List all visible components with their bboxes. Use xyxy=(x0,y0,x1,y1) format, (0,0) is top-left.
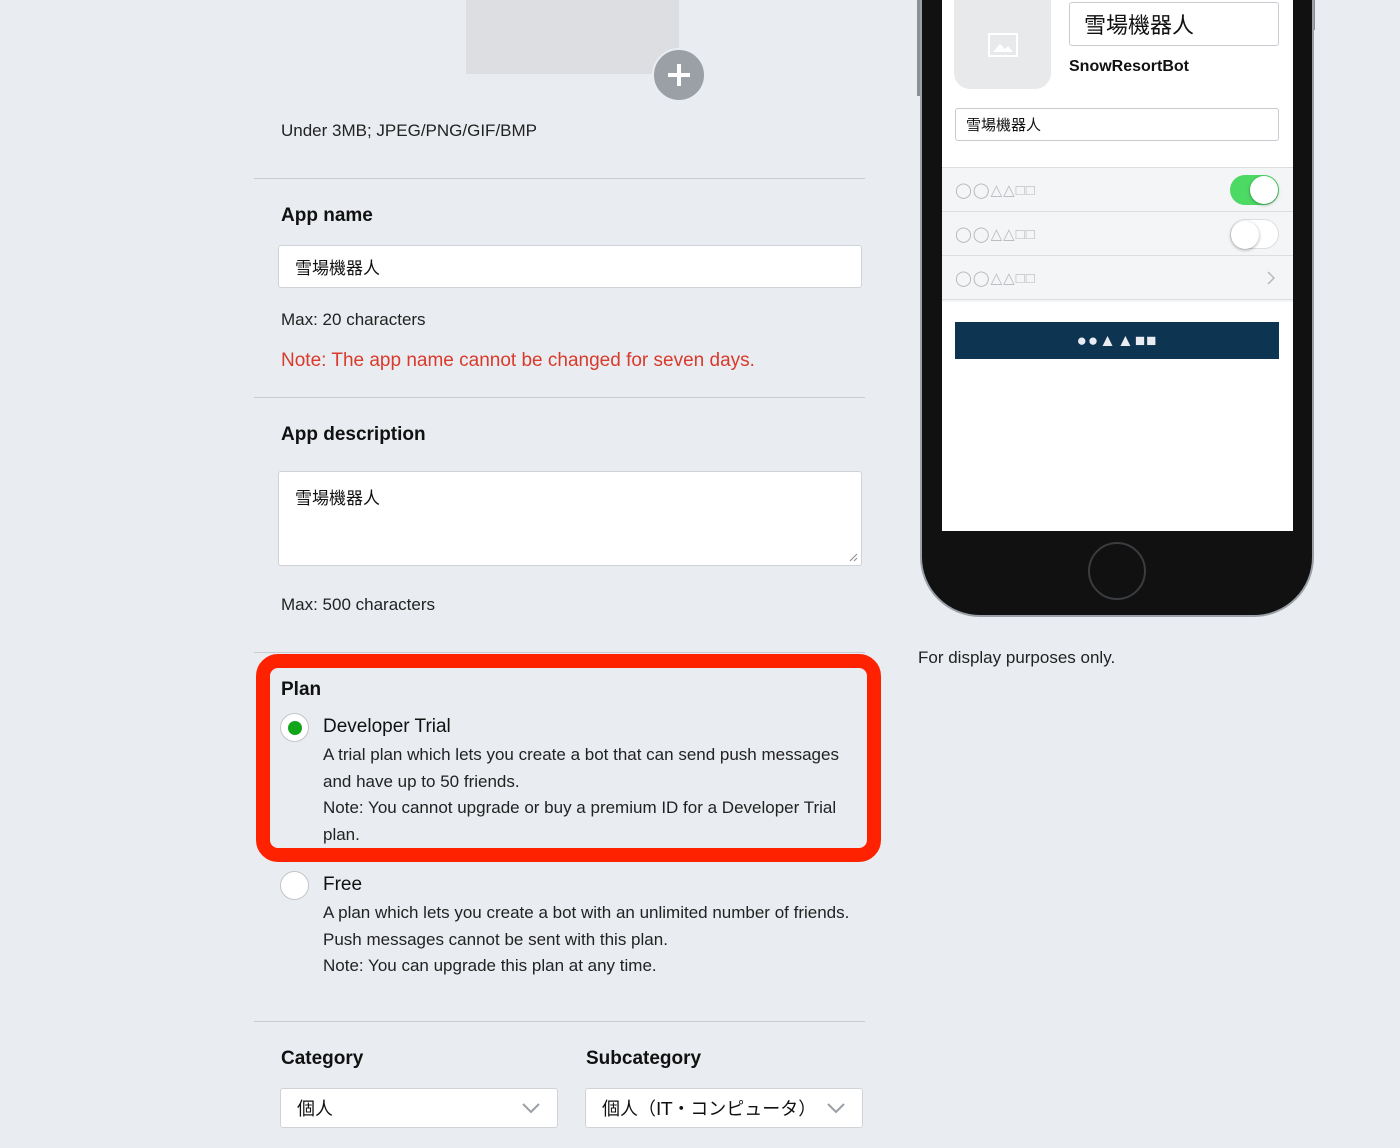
highlight-annotation xyxy=(256,654,881,862)
subcategory-label: Subcategory xyxy=(586,1048,702,1069)
toggle-knob xyxy=(1231,221,1259,249)
plan-description-line: A plan which lets you create a bot with … xyxy=(323,903,850,922)
chevron-right-icon xyxy=(1267,271,1275,285)
add-image-button[interactable] xyxy=(652,48,706,102)
phone-home-button xyxy=(1088,542,1146,600)
preview-description: 雪場機器人 xyxy=(955,108,1279,141)
preview-list-item: ◯◯△△□□ xyxy=(942,212,1293,256)
preview-settings-list: ◯◯△△□□ ◯◯△△□□ ◯◯△△□□ xyxy=(942,167,1293,302)
divider xyxy=(254,397,865,398)
subcategory-value: 個人（IT・コンピュータ） xyxy=(602,1099,817,1120)
preview-app-name: 雪場機器人 xyxy=(1069,2,1279,46)
icon-upload-area[interactable] xyxy=(466,0,679,74)
preview-row-label: ◯◯△△□□ xyxy=(955,225,1036,243)
divider xyxy=(254,652,865,653)
app-name-input[interactable]: 雪場機器人 xyxy=(278,245,862,288)
resize-grip-icon[interactable] xyxy=(849,553,858,562)
app-description-value: 雪場機器人 xyxy=(295,489,380,509)
toggle-switch-off xyxy=(1230,219,1279,249)
category-value: 個人 xyxy=(297,1099,333,1120)
preview-bot-id: SnowResortBot xyxy=(1069,58,1189,75)
preview-list-item: ◯◯△△□□ xyxy=(942,168,1293,212)
plan-option-title[interactable]: Free xyxy=(323,874,362,896)
divider xyxy=(254,1021,865,1022)
category-label: Category xyxy=(281,1048,364,1069)
preview-action-button: ●●▲▲■■ xyxy=(955,322,1279,359)
app-description-label: App description xyxy=(281,424,426,445)
image-placeholder-icon xyxy=(987,32,1018,57)
subcategory-select[interactable]: 個人（IT・コンピュータ） xyxy=(585,1088,863,1128)
app-name-note: Note: The app name cannot be changed for… xyxy=(281,350,755,371)
toggle-knob xyxy=(1250,176,1278,204)
chevron-down-icon xyxy=(827,1103,845,1114)
toggle-switch-on xyxy=(1230,175,1279,205)
plus-icon xyxy=(668,64,690,86)
app-name-max: Max: 20 characters xyxy=(281,310,426,329)
plan-description-line: Note: You can upgrade this plan at any t… xyxy=(323,956,657,975)
preview-avatar xyxy=(954,0,1051,89)
app-name-label: App name xyxy=(281,205,373,226)
preview-list-item: ◯◯△△□□ xyxy=(942,256,1293,300)
category-select[interactable]: 個人 xyxy=(280,1088,558,1128)
app-description-textarea[interactable]: 雪場機器人 xyxy=(278,471,862,566)
plan-option-description: A plan which lets you create a bot with … xyxy=(323,900,849,980)
app-description-max: Max: 500 characters xyxy=(281,595,436,614)
preview-row-label: ◯◯△△□□ xyxy=(955,269,1036,287)
preview-caption: For display purposes only. xyxy=(918,648,1116,667)
upload-hint: Under 3MB; JPEG/PNG/GIF/BMP xyxy=(281,121,538,140)
plan-description-line: Push messages cannot be sent with this p… xyxy=(323,929,668,949)
chevron-down-icon xyxy=(522,1103,540,1114)
plan-radio-free[interactable] xyxy=(280,871,309,900)
preview-row-label: ◯◯△△□□ xyxy=(955,181,1036,199)
divider xyxy=(254,178,865,179)
